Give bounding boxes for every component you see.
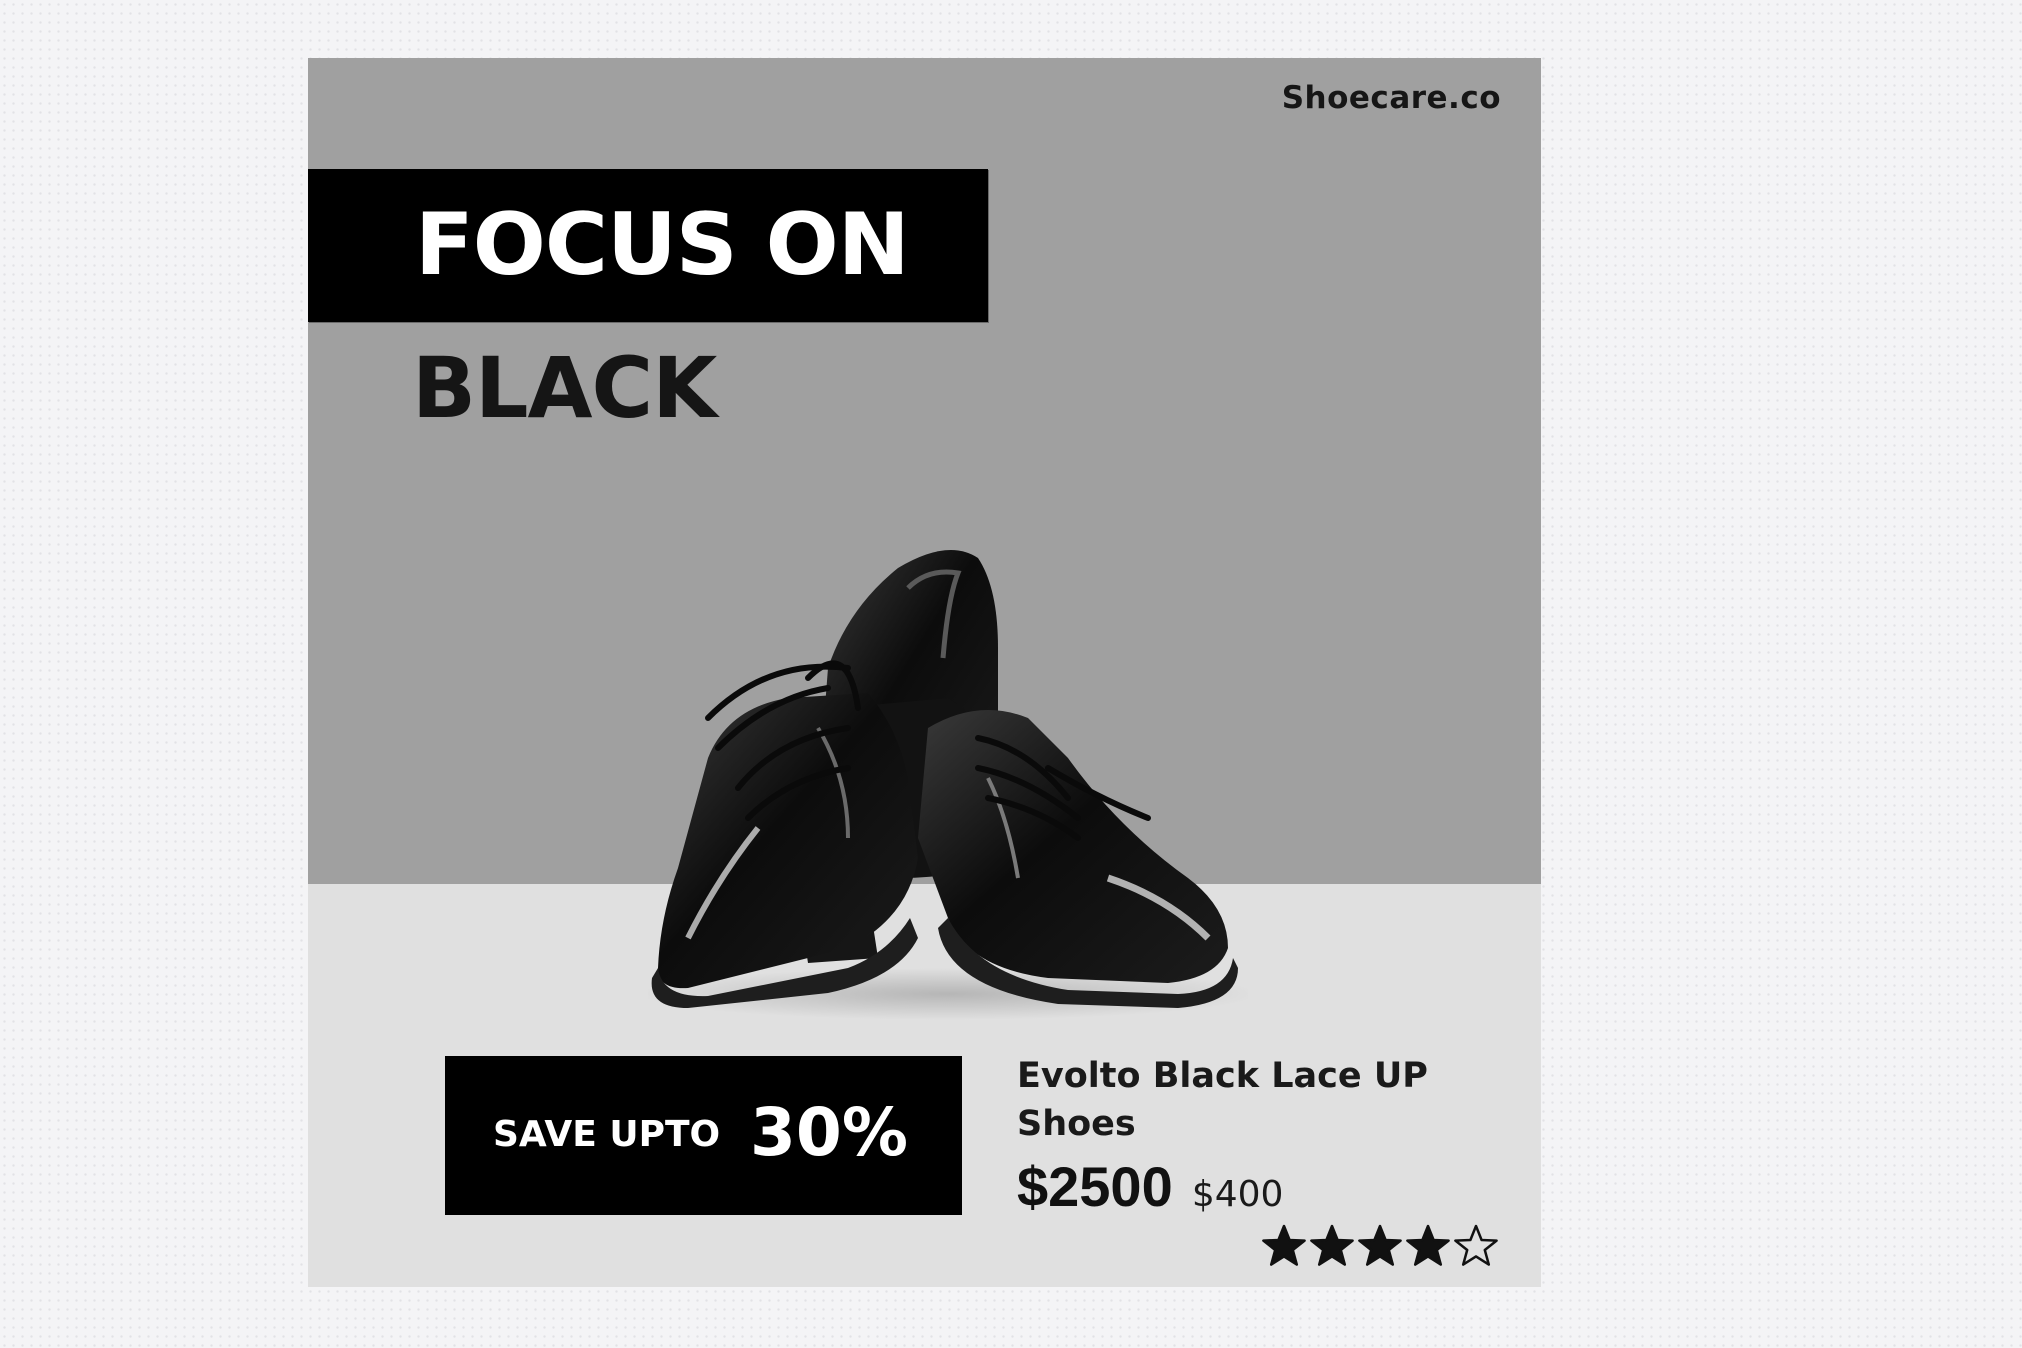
shoe-left — [651, 693, 918, 1008]
ad-card: Shoecare.co FOCUS ON BLACK SAVE UPTO 30%… — [308, 58, 1541, 1287]
discount-label: SAVE UPTO — [493, 1114, 721, 1155]
discount-banner[interactable]: SAVE UPTO 30% — [445, 1056, 962, 1215]
star-filled-icon[interactable] — [1358, 1224, 1402, 1268]
headline-banner: FOCUS ON — [308, 169, 988, 322]
brand-name[interactable]: Shoecare.co — [1282, 80, 1501, 116]
star-filled-icon[interactable] — [1262, 1224, 1306, 1268]
headline-line-2: BLACK — [412, 339, 717, 437]
price-old: $400 — [1191, 1174, 1284, 1215]
star-filled-icon[interactable] — [1406, 1224, 1450, 1268]
star-empty-icon[interactable] — [1454, 1224, 1498, 1268]
price-current: $2500 — [1017, 1155, 1173, 1218]
discount-percent: 30% — [750, 1094, 908, 1171]
star-filled-icon[interactable] — [1310, 1224, 1354, 1268]
headline-line-1: FOCUS ON — [415, 195, 910, 295]
star-rating[interactable] — [1262, 1224, 1498, 1268]
product-title[interactable]: Evolto Black Lace UP Shoes — [1017, 1052, 1457, 1148]
shoe-right — [918, 710, 1238, 1008]
price-row: $2500 $400 — [1017, 1154, 1283, 1219]
product-image[interactable] — [648, 498, 1248, 1028]
